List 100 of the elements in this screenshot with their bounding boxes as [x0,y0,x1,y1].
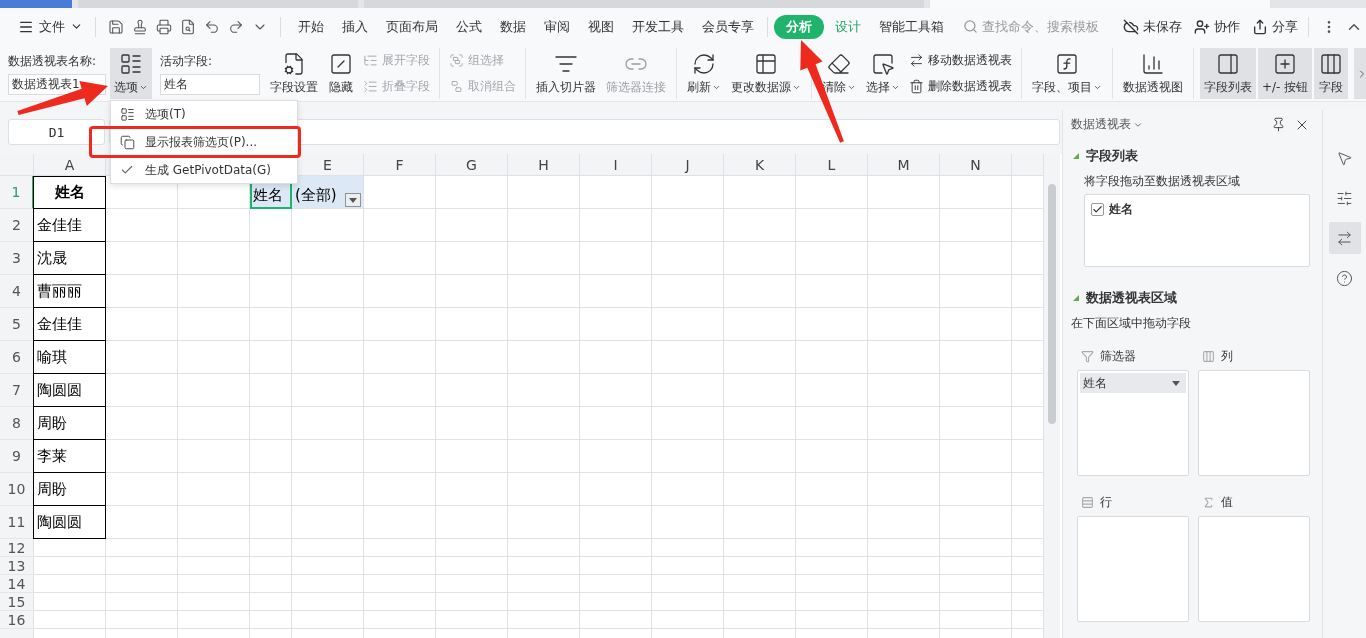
undo-icon[interactable] [204,18,220,35]
ribbon-button[interactable]: +/- 按钮 [1258,48,1313,99]
table-cell [652,539,724,557]
side-tool-button[interactable] [1328,222,1361,254]
toolbar-action[interactable]: 协作 [1192,15,1242,38]
ribbon-button[interactable]: 字段、项目 [1028,48,1106,99]
table-cell [364,440,436,473]
ribbon-button[interactable]: 隐藏 [324,48,358,99]
table-cell [250,407,292,440]
menu-item[interactable]: 显示报表筛选页(P)... [89,126,301,158]
printer-icon[interactable] [156,18,172,35]
table-cell [580,506,652,539]
ribbon-tab[interactable]: 开始 [291,14,331,39]
share-icon [1252,18,1268,35]
table-cell [940,242,1012,275]
ribbon-button[interactable]: 插入切片器 [532,48,600,99]
redo-icon[interactable] [228,18,244,35]
table-cell [34,557,106,575]
sigma-icon [1202,495,1215,509]
table-cell [580,275,652,308]
collapse-triangle-icon[interactable] [1073,295,1079,301]
area-label: 列 [1221,347,1233,365]
stamp-icon[interactable] [132,18,148,35]
vertical-scrollbar[interactable] [1044,154,1060,638]
ribbon-tab[interactable]: 公式 [449,14,489,39]
table-cell [292,575,364,593]
save-icon[interactable] [108,18,124,35]
toolbar-action[interactable]: 未保存 [1121,15,1184,38]
pin-icon[interactable] [1271,117,1286,132]
table-cell [724,506,796,539]
pointer-square-icon [870,52,896,76]
move-arrows-icon [909,53,924,69]
table-cell [940,440,1012,473]
ribbon-button[interactable]: 选择 [862,48,904,99]
ribbon-button[interactable]: 字段 [1314,48,1349,99]
ribbon-button[interactable]: 删除数据透视表 [906,75,1015,97]
options-button[interactable]: 选项 [110,48,152,99]
table-cell [436,407,508,440]
table-cell [250,593,292,611]
document-magnifier-icon[interactable] [180,18,196,35]
table-cell [724,209,796,242]
ribbon-tab[interactable]: 页面布局 [379,14,445,39]
menu-item[interactable]: 生成 GetPivotData(G) [111,158,297,182]
column-header: G [436,154,508,176]
ribbon-tab[interactable]: 智能工具箱 [872,14,951,39]
caret-icon [847,83,856,92]
field-item[interactable]: 姓名 [1091,201,1303,218]
table-cell [436,506,508,539]
section-title: 字段列表 [1086,147,1138,165]
row-header: 5 [0,308,34,341]
table-cell [364,407,436,440]
ribbon-button[interactable]: 字段列表 [1200,48,1256,99]
ribbon-button[interactable]: 数据透视图 [1119,48,1187,99]
area-field[interactable]: 姓名 [1080,373,1186,393]
collapse-triangle-icon[interactable] [1073,153,1079,159]
toolbar-action[interactable]: 分享 [1250,15,1300,38]
table-cell [250,374,292,407]
table-cell: 李莱 [33,440,106,473]
name-box[interactable]: D1 [8,119,105,145]
table-cell [250,611,292,629]
section-title: 数据透视表区域 [1086,289,1177,307]
search-field[interactable]: 查找命令、搜索模板 [963,19,1113,34]
table-cell: (全部) [295,186,337,205]
table-cell [580,440,652,473]
table-cell [178,539,250,557]
row-header: 16 [0,611,34,629]
table-cell [580,308,652,341]
ribbon-tab[interactable]: 插入 [335,14,375,39]
table-cell [250,209,292,242]
table-cell [796,242,868,275]
ribbon-tab[interactable]: 开发工具 [625,14,691,39]
table-cell [796,473,868,506]
ribbon-button[interactable]: 移动数据透视表 [906,50,1015,72]
table-cell [652,176,724,209]
checkbox[interactable] [1091,203,1104,216]
ribbon-button[interactable]: 刷新 [683,48,725,99]
table-cell: 金佳佳 [33,308,106,341]
table-cell [724,440,796,473]
ribbon-tab[interactable]: 会员专享 [695,14,761,39]
ribbon-button[interactable]: 更改数据源 [727,48,805,99]
table-cell [364,611,436,629]
table-cell [652,506,724,539]
table-cell [580,209,652,242]
ribbon-tab[interactable]: 审阅 [537,14,577,39]
table-cell [292,242,364,275]
ribbon-tab[interactable]: 数据 [493,14,533,39]
table-cell [508,539,580,557]
filter-dropdown-button[interactable] [345,193,361,207]
active-field[interactable]: 姓名 [160,73,260,95]
file-menu[interactable]: 文件 [14,15,87,38]
table-cell [292,374,364,407]
panel-title[interactable]: 数据透视表 [1071,116,1143,133]
ribbon-button[interactable]: 字段设置 [266,48,322,99]
ribbon-tab[interactable]: 视图 [581,14,621,39]
menu-item[interactable]: 选项(T) [111,102,297,126]
table-cell [940,341,1012,374]
table-cell: 姓名 [33,176,106,209]
table-cell [508,473,580,506]
table-cell [178,440,250,473]
table-cell [940,407,1012,440]
